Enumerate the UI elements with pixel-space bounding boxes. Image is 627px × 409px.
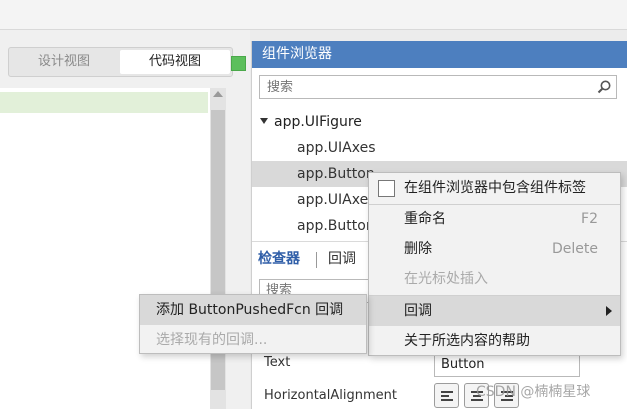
delete-label: 删除 — [404, 241, 432, 257]
rename-shortcut: F2 — [581, 211, 598, 227]
rename-label: 重命名 — [404, 211, 446, 227]
tree-expand-caret-icon[interactable] — [260, 118, 268, 124]
top-toolbar — [0, 0, 627, 30]
rename-menu-item[interactable]: 重命名 F2 — [369, 204, 620, 234]
code-editor[interactable] — [0, 88, 210, 409]
delete-menu-item[interactable]: 删除 Delete — [369, 234, 620, 264]
callbacks-menu-item[interactable]: 回调 — [369, 296, 620, 326]
tree-root-label: app.UIFigure — [274, 114, 362, 130]
highlighted-code-line — [0, 92, 208, 113]
property-label-horizontal-alignment: HorizontalAlignment — [264, 388, 397, 403]
tree-item-uiaxes[interactable]: app.UIAxes — [252, 135, 627, 161]
add-callback-menu-item[interactable]: 添加 ButtonPushedFcn 回调 — [140, 295, 366, 325]
callbacks-submenu: 添加 ButtonPushedFcn 回调 选择现有的回调... — [139, 294, 367, 354]
tab-callbacks[interactable]: 回调 — [328, 242, 356, 276]
align-left-button[interactable] — [434, 383, 459, 408]
property-label-text: Text — [264, 355, 291, 370]
help-menu-item[interactable]: 关于所选内容的帮助 — [369, 326, 620, 356]
add-callback-label: 添加 ButtonPushedFcn 回调 — [156, 302, 344, 318]
code-status-indicator — [231, 56, 246, 71]
scroll-up-arrow-icon[interactable] — [213, 91, 223, 97]
insert-at-cursor-label: 在光标处插入 — [404, 271, 488, 287]
select-existing-callback-menu-item: 选择现有的回调... — [140, 325, 366, 355]
design-view-button[interactable]: 设计视图 — [9, 48, 119, 76]
include-tags-label: 在组件浏览器中包含组件标签 — [404, 180, 586, 196]
tree-root-uifigure[interactable]: app.UIFigure — [260, 112, 362, 132]
watermark: CSDN @楠楠星球 — [476, 384, 591, 400]
component-browser-title: 组件浏览器 — [252, 41, 627, 68]
search-icon[interactable] — [597, 80, 611, 94]
tab-inspector[interactable]: 检查器 — [258, 242, 300, 276]
select-existing-label: 选择现有的回调... — [156, 332, 268, 348]
callbacks-label: 回调 — [404, 303, 432, 319]
include-tags-checkbox[interactable] — [378, 180, 395, 197]
tab-divider — [316, 252, 317, 268]
help-label: 关于所选内容的帮助 — [404, 333, 530, 349]
code-view-button[interactable]: 代码视图 — [120, 50, 230, 74]
editor-scrollbar[interactable] — [210, 88, 226, 409]
context-menu: 在组件浏览器中包含组件标签 重命名 F2 删除 Delete 在光标处插入 回调… — [368, 172, 621, 356]
component-search-input[interactable] — [259, 75, 617, 99]
view-toggle: 设计视图 代码视图 — [8, 47, 233, 77]
include-tags-menu-item[interactable]: 在组件浏览器中包含组件标签 — [369, 173, 620, 203]
delete-shortcut: Delete — [552, 241, 598, 257]
submenu-arrow-icon — [606, 306, 612, 316]
insert-at-cursor-menu-item: 在光标处插入 — [369, 264, 620, 294]
